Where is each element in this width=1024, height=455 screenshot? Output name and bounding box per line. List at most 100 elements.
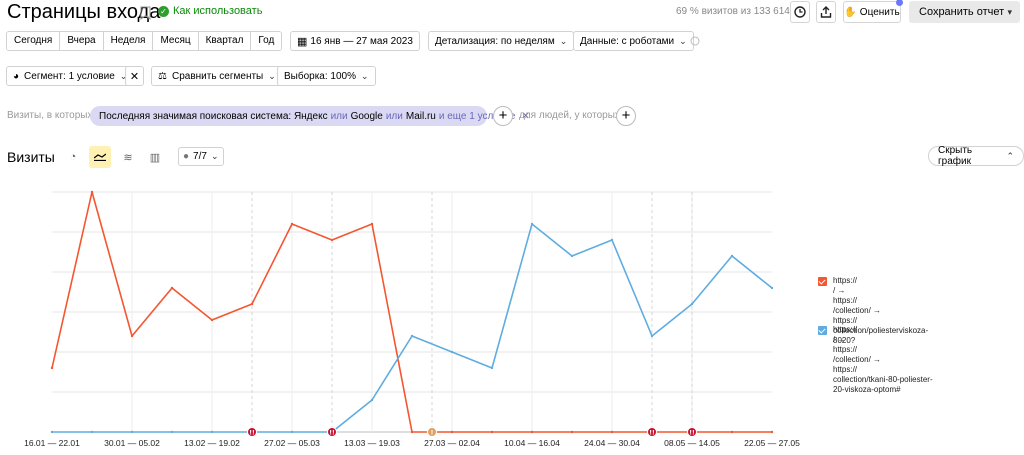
section-title: Визиты xyxy=(7,149,55,165)
detail-label: Детализация: по неделям xyxy=(435,35,555,47)
calendar-icon: ▦ xyxy=(297,35,308,48)
x-tick-label: 30.01 — 05.02 xyxy=(104,438,160,448)
sample-label: Выборка: 100% xyxy=(284,70,356,82)
hide-chart-button[interactable]: Скрыть график ⌃ xyxy=(928,145,1024,167)
data-point xyxy=(770,286,774,290)
data-point xyxy=(690,302,694,306)
add-visit-filter-button[interactable]: + xyxy=(493,106,513,126)
chevron-down-icon: ⌄ xyxy=(679,35,687,46)
visits-share-text: 69 % визитов из 133 614 xyxy=(676,6,790,17)
detail-dropdown[interactable]: Детализация: по неделям ⌄ xyxy=(428,31,575,51)
legend-line: 20-viskoza-optom# xyxy=(833,385,901,394)
segment-label: Сегмент: 1 условие xyxy=(24,70,115,82)
x-tick-label: 24.04 — 30.04 xyxy=(584,438,640,448)
line-view-button[interactable] xyxy=(89,146,111,168)
annotation-glyph: !! xyxy=(649,430,654,437)
filter-tag[interactable]: Последняя значимая поисковая система: Ян… xyxy=(90,106,530,126)
chevron-down-icon: ⌄ xyxy=(210,151,219,161)
x-tick-label: 10.04 — 16.04 xyxy=(504,438,560,448)
help-icon[interactable] xyxy=(690,36,700,46)
bar-view-button[interactable]: ▥ xyxy=(144,146,166,168)
clear-segment-button[interactable]: ✕ xyxy=(125,66,144,86)
area-view-button[interactable]: ≋ xyxy=(117,146,139,168)
data-point xyxy=(770,430,774,434)
how-to-use-link[interactable]: ✓ Как использовать xyxy=(158,5,262,17)
x-tick-label: 27.03 — 02.04 xyxy=(424,438,480,448)
data-mode-dropdown[interactable]: Данные: с роботами ⌄ xyxy=(573,31,694,51)
check-icon: ✓ xyxy=(158,5,169,17)
data-point xyxy=(90,430,94,434)
segment-dropdown[interactable]: ◕ Сегмент: 1 условие ⌄ xyxy=(6,66,135,86)
checkbox-icon[interactable] xyxy=(818,277,827,286)
line-chart-icon xyxy=(94,153,106,161)
data-point xyxy=(530,430,534,434)
pie-chart-icon: ◔ xyxy=(69,151,77,163)
compare-icon: ⚖ xyxy=(158,70,167,82)
period-quarter[interactable]: Квартал xyxy=(198,32,252,50)
chevron-down-icon: ▾ xyxy=(1007,6,1012,17)
data-point xyxy=(290,430,294,434)
save-report-label: Сохранить отчет xyxy=(919,6,1005,18)
chevron-down-icon: ⌄ xyxy=(268,70,276,81)
legend-label: https:// / → https:// /collection/ → htt… xyxy=(833,325,933,395)
pie-view-button[interactable]: ◔ xyxy=(62,146,84,168)
data-point xyxy=(170,430,174,434)
legend-line: https:// /collection/ → xyxy=(833,296,882,315)
rate-button[interactable]: ✋ Оценить xyxy=(843,0,903,23)
data-point xyxy=(450,350,454,354)
series-counter-dropdown[interactable]: ● 7/7 ⌄ xyxy=(178,147,224,166)
page-title: Страницы входа xyxy=(7,1,161,23)
data-point xyxy=(130,430,134,434)
filter-or: или xyxy=(330,110,348,122)
filter-mail: Mail.ru xyxy=(405,110,436,122)
sample-dropdown[interactable]: Выборка: 100% ⌄ xyxy=(277,66,376,86)
checkbox-icon[interactable] xyxy=(818,326,827,335)
how-to-use-label: Как использовать xyxy=(173,5,263,17)
x-tick-label: 22.05 — 27.05 xyxy=(744,438,800,448)
data-point xyxy=(50,430,54,434)
compare-segments-dropdown[interactable]: ⚖ Сравнить сегменты ⌄ xyxy=(151,66,283,86)
legend-line: https:// / → xyxy=(833,325,858,344)
data-point xyxy=(610,430,614,434)
annotation-glyph: !! xyxy=(329,430,334,437)
hide-chart-label: Скрыть график xyxy=(938,145,973,167)
data-mode-label: Данные: с роботами xyxy=(580,35,675,47)
data-point xyxy=(370,222,374,226)
annotation-glyph: !! xyxy=(249,430,254,437)
data-point xyxy=(130,334,134,338)
period-year[interactable]: Год xyxy=(251,32,282,50)
data-point xyxy=(90,190,94,194)
data-point xyxy=(730,430,734,434)
period-today[interactable]: Сегодня xyxy=(7,32,61,50)
legend-item-series-2[interactable]: https:// / → https:// /collection/ → htt… xyxy=(818,325,933,395)
data-point xyxy=(210,318,214,322)
data-point xyxy=(650,334,654,338)
filter-or: или xyxy=(385,110,403,122)
rate-icon: ✋ xyxy=(844,6,857,18)
filters-people-label: для людей, у которых xyxy=(519,110,620,121)
period-week[interactable]: Неделя xyxy=(103,32,154,50)
save-report-button[interactable]: Сохранить отчет ▾ xyxy=(909,1,1020,23)
export-button[interactable] xyxy=(816,1,836,23)
period-month[interactable]: Месяц xyxy=(153,32,199,50)
visits-line-chart: 16.01 — 22.01 30.01 — 05.02 13.02 — 19.02 2… xyxy=(24,190,800,448)
data-point xyxy=(490,430,494,434)
pie-icon: ◕ xyxy=(13,70,20,82)
x-tick-label: 08.05 — 14.05 xyxy=(664,438,720,448)
data-point xyxy=(370,398,374,402)
add-people-filter-button[interactable]: + xyxy=(616,106,636,126)
close-icon: ✕ xyxy=(129,70,140,83)
date-range-picker[interactable]: ▦ 16 янв — 27 мая 2023 xyxy=(290,31,420,51)
filter-condition: Последняя значимая поисковая система: Ян… xyxy=(99,110,328,122)
x-tick-label: 16.01 — 22.01 xyxy=(24,438,80,448)
series-counter-label: 7/7 xyxy=(193,151,207,162)
bookmark-icon[interactable] xyxy=(140,6,151,20)
filters-visits-label: Визиты, в которых xyxy=(7,110,93,121)
data-point xyxy=(410,334,414,338)
date-range-label: 16 янв — 27 мая 2023 xyxy=(310,35,413,47)
period-yesterday[interactable]: Вчера xyxy=(60,32,104,50)
filter-google: Google xyxy=(350,110,383,122)
data-point xyxy=(610,238,614,242)
data-point xyxy=(530,222,534,226)
history-button[interactable] xyxy=(790,1,810,23)
